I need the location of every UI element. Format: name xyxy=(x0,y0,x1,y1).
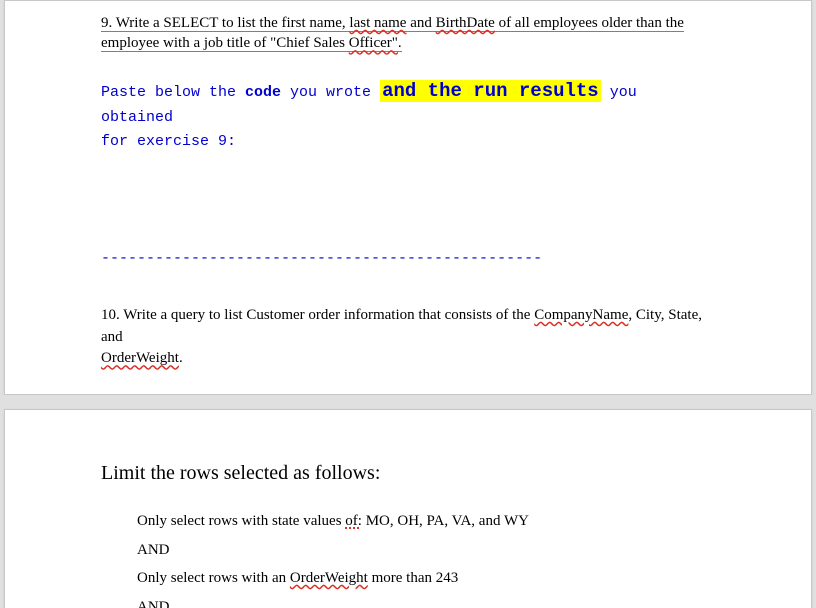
question-10: 10. Write a query to list Customer order… xyxy=(101,305,715,370)
limit-of: of: xyxy=(345,513,362,529)
q9-text: and xyxy=(406,15,435,32)
q9-text: 9. Write a SELECT to list the xyxy=(101,15,282,32)
separator-dashes: ----------------------------------------… xyxy=(101,250,715,267)
limit-text: Only select rows with an xyxy=(137,570,290,586)
prompt-text: for exercise 9: xyxy=(101,133,236,150)
q10-text: . xyxy=(179,350,183,366)
question-9: 9. Write a SELECT to list the first name… xyxy=(101,13,715,54)
prompt-highlight: and the run results xyxy=(380,80,601,102)
limit-text: Only select rows with state values xyxy=(137,513,345,529)
prompt-text: Paste below the xyxy=(101,84,245,101)
q10-orderweight: OrderWeight xyxy=(101,350,179,366)
q9-officer: Officer" xyxy=(349,35,398,52)
limit-text: more than 243 xyxy=(368,570,458,586)
prompt-code: code xyxy=(245,84,281,101)
q9-birthdate: BirthDate xyxy=(436,15,495,32)
q9-text: of all employees older than the xyxy=(495,15,684,32)
page-2: Limit the rows selected as follows: Only… xyxy=(4,409,812,608)
limit-and-2: AND xyxy=(137,593,715,608)
limit-conditions: Only select rows with state values of: M… xyxy=(137,507,715,608)
limit-heading: Limit the rows selected as follows: xyxy=(101,462,715,485)
q9-last-name: last name xyxy=(349,15,406,32)
q10-text: 10. Write a query to list Customer order… xyxy=(101,307,534,323)
q9-text: . xyxy=(398,35,402,52)
limit-orderweight: OrderWeight xyxy=(290,570,368,586)
q10-companyname: CompanyName xyxy=(534,307,628,323)
prompt-text: you wrote xyxy=(281,84,380,101)
limit-line-2: Only select rows with an OrderWeight mor… xyxy=(137,564,715,593)
limit-text: MO, OH, PA, VA, and WY xyxy=(362,513,529,529)
page-1: 9. Write a SELECT to list the first name… xyxy=(4,0,812,395)
q9-text: employee with a job title of "Chief Sale… xyxy=(101,35,349,52)
limit-and-1: AND xyxy=(137,536,715,565)
page-gap xyxy=(0,395,816,409)
q9-first-name: first name xyxy=(282,15,342,32)
limit-line-1: Only select rows with state values of: M… xyxy=(137,507,715,536)
document-viewport: 9. Write a SELECT to list the first name… xyxy=(0,0,816,608)
paste-prompt: Paste below the code you wrote and the r… xyxy=(101,76,715,154)
